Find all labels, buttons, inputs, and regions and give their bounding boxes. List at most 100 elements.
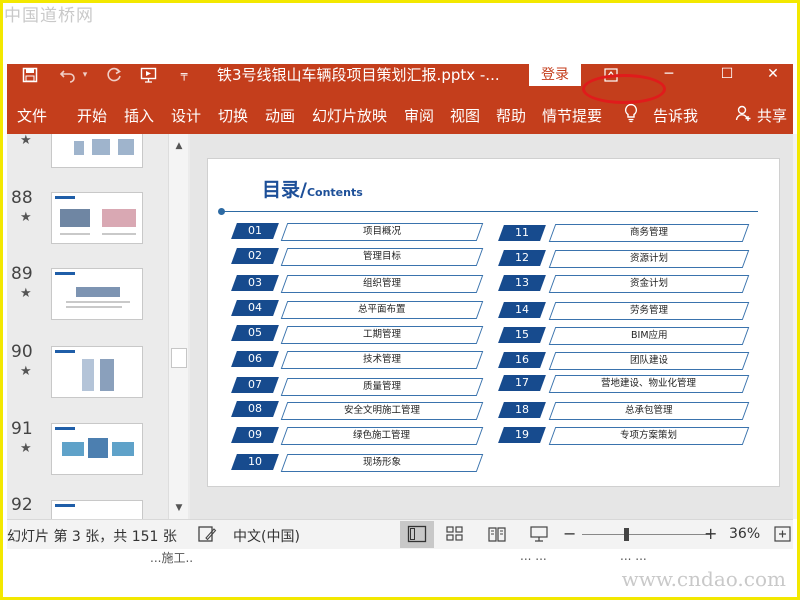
toc-item[interactable]: BIM应用	[548, 327, 750, 345]
status-bar: 幻灯片 第 3 张，共 151 张 中文(中国) − + 36%	[7, 519, 793, 549]
tab-animations[interactable]: 动画	[265, 105, 295, 126]
close-button[interactable]: ✕	[753, 64, 793, 86]
watermark-bottom: www.cndao.com	[621, 567, 786, 591]
toc-number: 12	[498, 250, 546, 266]
reading-view-icon[interactable]	[487, 525, 507, 543]
slide-number: 90	[11, 342, 33, 362]
login-button[interactable]: 登录	[529, 64, 581, 86]
toc-number: 13	[498, 275, 546, 291]
tab-file[interactable]: 文件	[17, 105, 47, 126]
zoom-percent[interactable]: 36%	[729, 526, 760, 542]
undo-dropdown-icon[interactable]: ▾	[79, 64, 91, 86]
zoom-in-button[interactable]: +	[704, 524, 717, 543]
toc-item[interactable]: 资金计划	[548, 275, 750, 293]
slide-sorter-icon[interactable]	[445, 525, 465, 543]
background-text: ... ...	[620, 549, 647, 563]
toc-number: 17	[498, 375, 546, 391]
tab-review[interactable]: 审阅	[404, 105, 434, 126]
zoom-slider[interactable]	[582, 534, 710, 535]
toc-number: 19	[498, 427, 546, 443]
toc-number: 02	[231, 248, 279, 264]
animation-star-icon: ★	[20, 210, 32, 225]
toc-number: 03	[231, 275, 279, 291]
slide-thumbnail-92[interactable]	[51, 500, 143, 519]
toc-item[interactable]: 现场形象	[280, 454, 484, 472]
tab-storyboarding[interactable]: 情节提要	[542, 105, 602, 126]
toc-item[interactable]: 总承包管理	[548, 402, 750, 420]
toc-number: 01	[231, 223, 279, 239]
slide-number: 89	[11, 264, 33, 284]
tab-insert[interactable]: 插入	[124, 105, 154, 126]
toc-item[interactable]: 项目概况	[280, 223, 484, 241]
toc-item[interactable]: 质量管理	[280, 378, 484, 396]
toc-item[interactable]: 专项方案策划	[548, 427, 750, 445]
thumbnail-scrollbar[interactable]: ▲ ▼	[168, 134, 188, 519]
tab-slideshow[interactable]: 幻灯片放映	[312, 105, 387, 126]
zoom-out-button[interactable]: −	[563, 524, 576, 543]
slideshow-start-icon[interactable]	[137, 64, 163, 86]
toc-item[interactable]: 劳务管理	[548, 302, 750, 320]
scroll-up-icon[interactable]: ▲	[169, 137, 189, 155]
toc-number: 18	[498, 402, 546, 418]
background-text: ... ...	[520, 549, 547, 563]
editor-scrollbar[interactable]	[793, 134, 800, 519]
toc-number: 06	[231, 351, 279, 367]
scroll-down-icon[interactable]: ▼	[169, 499, 189, 517]
animation-star-icon: ★	[20, 364, 32, 379]
tab-home[interactable]: 开始	[77, 105, 107, 126]
toc-number: 11	[498, 225, 546, 241]
tab-view[interactable]: 视图	[450, 105, 480, 126]
slide-thumbnail-91[interactable]	[51, 423, 143, 475]
title-bar: ▾ ╤ 铁3号线银山车辆段项目策划汇报.pptx -... 登录 ─ ☐ ✕	[7, 64, 793, 86]
customize-qat-icon[interactable]: ╤	[177, 64, 191, 86]
current-slide[interactable]: 目录/Contents 01 项目概况 02 管理目标 03 组织管理 04 总…	[207, 158, 780, 487]
share-button[interactable]: 共享	[757, 105, 787, 126]
language-status[interactable]: 中文(中国)	[233, 526, 300, 546]
slide-thumbnail-88[interactable]	[51, 192, 143, 244]
zoom-slider-handle[interactable]	[624, 528, 630, 541]
footer-strip: ...施工.. ... ... ... ... www.cndao.com	[0, 549, 800, 600]
title-divider	[222, 211, 758, 212]
toc-number: 15	[498, 327, 546, 343]
toc-item[interactable]: 绿色施工管理	[280, 427, 484, 445]
slide-title: 目录/Contents	[262, 179, 363, 201]
tab-help[interactable]: 帮助	[496, 105, 526, 126]
redo-icon[interactable]	[103, 64, 125, 86]
notes-icon[interactable]	[197, 525, 217, 543]
toc-number: 16	[498, 352, 546, 368]
toc-item[interactable]: 团队建设	[548, 352, 750, 370]
slideshow-view-icon[interactable]	[529, 525, 549, 543]
background-text: ...施工..	[150, 551, 194, 565]
tab-transitions[interactable]: 切换	[218, 105, 248, 126]
toc-item[interactable]: 技术管理	[280, 351, 484, 369]
slide-thumbnail-pane: ★ 88 ★ 89 ★ 90 ★ 91 ★ 92	[7, 134, 190, 519]
maximize-button[interactable]: ☐	[707, 64, 747, 86]
toc-number: 08	[231, 401, 279, 417]
animation-star-icon: ★	[20, 286, 32, 301]
document-title: 铁3号线银山车辆段项目策划汇报.pptx -...	[217, 66, 500, 84]
tab-design[interactable]: 设计	[171, 105, 201, 126]
toc-item[interactable]: 安全文明施工管理	[280, 402, 484, 420]
save-icon[interactable]	[19, 64, 41, 86]
animation-star-icon: ★	[20, 441, 32, 456]
normal-view-button[interactable]	[400, 521, 434, 548]
slide-number: 92	[11, 495, 33, 515]
ribbon-tab-bar: 文件 开始 插入 设计 切换 动画 幻灯片放映 审阅 视图 帮助 情节提要 告诉…	[7, 86, 793, 134]
user-share-icon[interactable]	[735, 104, 753, 122]
scrollbar-thumb[interactable]	[171, 348, 187, 368]
slide-thumbnail-90[interactable]	[51, 346, 143, 398]
toc-item[interactable]: 总平面布置	[280, 301, 484, 319]
fit-to-window-icon[interactable]	[773, 525, 793, 543]
slide-thumbnail-87[interactable]	[51, 134, 143, 168]
tell-me-search[interactable]: 告诉我	[653, 105, 698, 126]
toc-item[interactable]: 管理目标	[280, 248, 484, 266]
toc-item[interactable]: 组织管理	[280, 275, 484, 293]
undo-icon[interactable]	[57, 64, 79, 86]
toc-item[interactable]: 营地建设、物业化管理	[548, 375, 750, 393]
toc-item[interactable]: 商务管理	[548, 224, 750, 242]
toc-item[interactable]: 工期管理	[280, 326, 484, 344]
toc-number: 04	[231, 300, 279, 316]
slide-count-status: 幻灯片 第 3 张，共 151 张	[7, 529, 177, 545]
toc-item[interactable]: 资源计划	[548, 250, 750, 268]
slide-thumbnail-89[interactable]	[51, 268, 143, 320]
